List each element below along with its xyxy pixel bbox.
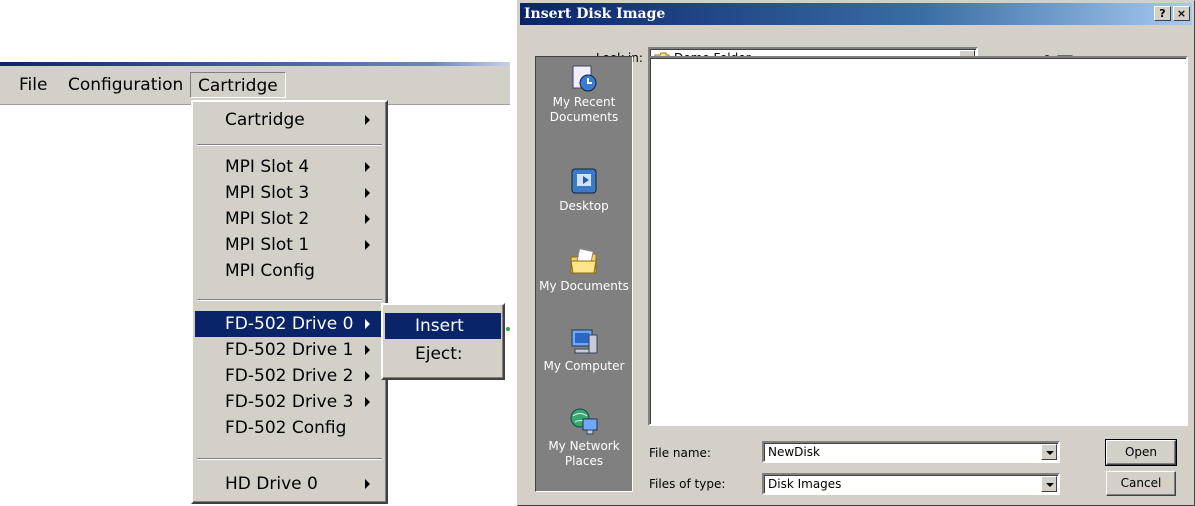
place-label: My Recent Documents [549,95,619,124]
close-button[interactable]: × [1173,6,1190,21]
submenu-arrow-icon [365,397,370,407]
menu-item-label: MPI Slot 3 [225,183,310,203]
submenu-arrow-icon [365,345,370,355]
place-my-documents[interactable]: My Documents [536,247,632,294]
submenu-item-eject[interactable]: Eject: [385,341,501,367]
menu-configuration[interactable]: Configuration [61,72,190,98]
submenu-item-insert[interactable]: Insert [385,313,501,339]
menu-item-fd502-drive-2[interactable]: FD-502 Drive 2 [195,363,384,389]
menu-item-mpi-config[interactable]: MPI Config [195,258,384,284]
files-of-type-label: Files of type: [649,477,726,491]
menu-item-label: FD-502 Config [225,418,347,438]
files-of-type-combo[interactable]: Disk Images [762,473,1060,495]
menu-item-label: FD-502 Drive 2 [225,366,354,386]
submenu-arrow-icon [365,162,370,172]
insert-disk-dialog: Insert Disk Image ? × Look in: Demo Fold… [517,0,1195,506]
file-name-dropdown-button[interactable] [1041,444,1057,460]
place-my-computer[interactable]: My Computer [536,327,632,374]
menu-item-mpi-slot-2[interactable]: MPI Slot 2 [195,206,384,232]
submenu-arrow-icon [365,214,370,224]
files-of-type-dropdown-button[interactable] [1041,476,1057,492]
open-button[interactable]: Open [1105,439,1177,466]
submenu-arrow-icon [365,371,370,381]
menu-separator [197,458,382,460]
place-my-network-places[interactable]: My Network Places [536,407,632,469]
file-name-label: File name: [649,446,711,460]
drive-submenu: Insert Eject: [381,303,505,380]
menu-item-label: Cartridge [225,110,305,130]
menu-item-label: MPI Slot 4 [225,157,310,177]
network-places-icon [569,407,599,437]
menu-item-fd502-drive-0[interactable]: FD-502 Drive 0 [195,311,384,337]
menu-item-fd502-drive-1[interactable]: FD-502 Drive 1 [195,337,384,363]
menu-separator [197,299,382,301]
files-of-type-value: Disk Images [768,477,842,491]
dialog-title: Insert Disk Image [524,6,666,22]
menu-item-label: FD-502 Drive 3 [225,392,354,412]
file-name-value: NewDisk [768,445,820,459]
dialog-titlebar: Insert Disk Image ? × [520,3,1192,25]
submenu-arrow-icon [365,319,370,329]
submenu-arrow-icon [365,479,370,489]
place-desktop[interactable]: Desktop [536,167,632,214]
cartridge-dropdown: Cartridge MPI Slot 4 MPI Slot 3 MPI Slot… [191,100,388,504]
menu-separator [197,144,382,146]
menu-item-label: HD Drive 0 [225,474,318,494]
places-bar: My Recent Documents Desktop My Documents… [535,56,633,492]
recent-documents-icon [569,63,599,93]
place-label: My Network Places [548,439,620,468]
menu-item-hd-drive-0[interactable]: HD Drive 0 [195,471,384,497]
menu-item-label: FD-502 Drive 1 [225,340,354,360]
menu-cartridge[interactable]: Cartridge [190,72,286,98]
file-name-field[interactable]: NewDisk [762,441,1060,463]
submenu-arrow-icon [365,240,370,250]
menu-item-cartridge[interactable]: Cartridge [195,107,384,133]
menu-item-label: MPI Slot 2 [225,209,310,229]
menu-item-label: FD-502 Drive 0 [225,314,354,334]
cancel-button[interactable]: Cancel [1106,471,1176,496]
menu-item-fd502-config[interactable]: FD-502 Config [195,415,384,441]
my-computer-icon [569,327,599,357]
submenu-arrow-icon [365,115,370,125]
place-label: My Documents [539,279,629,293]
menu-item-label: MPI Slot 1 [225,235,310,255]
my-documents-icon [569,247,599,277]
place-label: My Computer [543,359,625,373]
place-label: Desktop [559,199,609,213]
menu-item-mpi-slot-3[interactable]: MPI Slot 3 [195,180,384,206]
menu-file[interactable]: File [12,72,54,98]
menu-item-mpi-slot-1[interactable]: MPI Slot 1 [195,232,384,258]
submenu-arrow-icon [365,188,370,198]
file-list[interactable] [648,56,1188,426]
menu-item-fd502-drive-3[interactable]: FD-502 Drive 3 [195,389,384,415]
help-button[interactable]: ? [1154,6,1171,21]
menu-item-mpi-slot-4[interactable]: MPI Slot 4 [195,154,384,180]
cursor-marker [506,327,510,331]
place-my-recent-documents[interactable]: My Recent Documents [536,63,632,125]
desktop-icon [569,167,599,197]
menu-item-label: MPI Config [225,261,315,281]
